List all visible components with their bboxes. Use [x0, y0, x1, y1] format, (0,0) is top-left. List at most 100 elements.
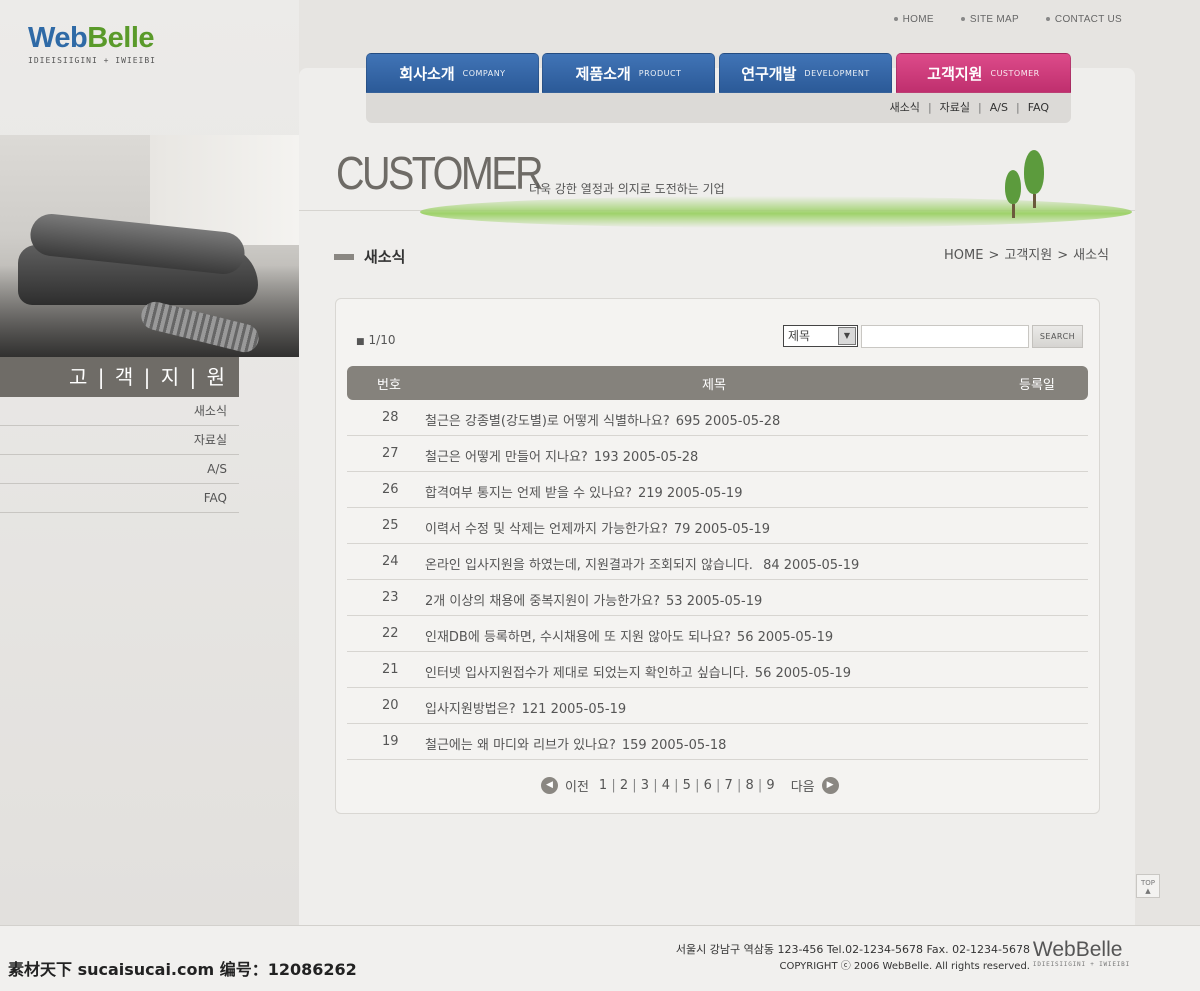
column-header-title: 제목 — [702, 378, 726, 393]
post-title-link[interactable]: 철근은 어떻게 만들어 지나요? — [425, 450, 588, 465]
sidebar-item-news[interactable]: 새소식 — [0, 397, 239, 426]
logo-subtext: IDIEISIIGINI + IWIEIBI — [28, 56, 156, 65]
util-home-link[interactable]: HOME — [882, 14, 934, 25]
page-link[interactable]: 1 — [599, 778, 607, 793]
post-title-link[interactable]: 온라인 입사지원을 하였는데, 지원결과가 조회되지 않습니다. — [425, 558, 753, 573]
search-input[interactable] — [861, 325, 1029, 348]
util-sitemap-link[interactable]: SITE MAP — [949, 14, 1019, 25]
bullet-icon — [1045, 17, 1050, 22]
post-meta: 695 2005-05-28 — [675, 414, 781, 429]
footer-logo: WebBelle IDIEISIIGINI + IWIEIBI — [1032, 938, 1130, 968]
post-title-link[interactable]: 인재DB에 등록하면, 수시채용에 또 지원 않아도 되나요? — [425, 630, 731, 645]
breadcrumb: HOME > 고객지원 > 새소식 — [944, 244, 1109, 263]
post-meta: 193 2005-05-28 — [593, 450, 699, 465]
telephone-photo — [0, 135, 299, 357]
post-meta: 84 2005-05-19 — [758, 558, 860, 573]
chevron-right-icon: > — [988, 248, 1000, 263]
page-link[interactable]: 7 — [725, 778, 733, 793]
section-marker — [334, 254, 354, 260]
next-arrow-icon[interactable]: ▶ — [821, 777, 839, 794]
page-link[interactable]: 3 — [641, 778, 649, 793]
column-header-number: 번호 — [377, 378, 401, 393]
page-count: ■ 1/10 — [356, 333, 396, 347]
page-title: 새소식 — [364, 248, 406, 266]
banner-title: CUSTOMER — [336, 147, 544, 199]
table-row: 21 인터넷 입사지원접수가 제대로 되었는지 확인하고 싶습니다. 56 2005… — [347, 652, 1088, 688]
breadcrumb-home[interactable]: HOME — [944, 248, 983, 263]
post-title-link[interactable]: 철근에는 왜 마디와 리브가 있나요? — [425, 738, 616, 753]
table-row: 26 합격여부 통지는 언제 받을 수 있나요? 219 2005-05-19 — [347, 472, 1088, 508]
pagination: ◀ 이전 1 | 2 | 3 | 4 | 5 | 6 | 7 | 8 | 9 다… — [541, 776, 839, 795]
tree-icon — [1005, 170, 1021, 218]
sidebar-title: 고 | 객 | 지 | 원 — [0, 357, 239, 397]
post-meta: 79 2005-05-19 — [673, 522, 771, 537]
post-title-link[interactable]: 2개 이상의 채용에 중복지원이 가능한가요? — [425, 594, 660, 609]
page-link[interactable]: 8 — [745, 778, 753, 793]
breadcrumb-customer[interactable]: 고객지원 — [1004, 248, 1052, 263]
page-numbers: 1 | 2 | 3 | 4 | 5 | 6 | 7 | 8 | 9 — [598, 778, 775, 793]
row-number: 19 — [382, 734, 399, 749]
column-header-date: 등록일 — [1019, 378, 1055, 393]
subnav-as[interactable]: A/S — [990, 101, 1008, 114]
subnav-faq[interactable]: FAQ — [1028, 101, 1049, 114]
table-row: 23 2개 이상의 채용에 중복지원이 가능한가요? 53 2005-05-19 — [347, 580, 1088, 616]
sidebar-item-archive[interactable]: 자료실 — [0, 426, 239, 455]
sidebar-item-as[interactable]: A/S — [0, 455, 239, 484]
post-meta: 121 2005-05-19 — [521, 702, 627, 717]
sub-nav: 새소식 | 자료실 | A/S | FAQ — [366, 93, 1071, 123]
page-link[interactable]: 2 — [620, 778, 628, 793]
prev-page-link[interactable]: 이전 — [565, 776, 589, 795]
util-contact-link[interactable]: CONTACT US — [1034, 14, 1122, 25]
post-meta: 219 2005-05-19 — [637, 486, 743, 501]
logo-text: WebBelle — [28, 22, 155, 54]
row-number: 23 — [382, 590, 399, 605]
post-meta: 53 2005-05-19 — [666, 594, 763, 609]
row-number: 20 — [382, 698, 399, 713]
page-link[interactable]: 5 — [683, 778, 691, 793]
page-link[interactable]: 9 — [766, 778, 774, 793]
bullet-icon: ■ — [356, 337, 365, 347]
page-link[interactable]: 6 — [704, 778, 712, 793]
watermark-text: 素材天下 sucaisucai.com 编号：12086262 — [8, 960, 357, 979]
next-page-link[interactable]: 다음 — [791, 776, 815, 795]
chevron-down-icon: ▼ — [838, 327, 856, 345]
tab-product[interactable]: 제품소개 PRODUCT — [542, 53, 715, 93]
row-number: 24 — [382, 554, 399, 569]
sidebar-item-faq[interactable]: FAQ — [0, 484, 239, 513]
search-field-select[interactable]: 제목 ▼ — [783, 325, 858, 347]
board-rows: 28 철근은 강종별(강도별)로 어떻게 식별하나요? 695 2005-05-28… — [347, 400, 1088, 760]
sidebar-menu: 새소식 자료실 A/S FAQ — [0, 397, 239, 513]
banner-slogan: 더욱 강한 열정과 의지로 도전하는 기업 — [529, 182, 725, 196]
subnav-news[interactable]: 새소식 — [890, 101, 920, 114]
post-title-link[interactable]: 입사지원방법은? — [425, 702, 516, 717]
post-title-link[interactable]: 인터넷 입사지원접수가 제대로 되었는지 확인하고 싶습니다. — [425, 666, 749, 681]
table-header: 번호 제목 등록일 — [347, 366, 1088, 400]
table-row: 19 철근에는 왜 마디와 리브가 있나요? 159 2005-05-18 — [347, 724, 1088, 760]
post-meta: 56 2005-05-19 — [754, 666, 852, 681]
utility-links: HOME SITE MAP CONTACT US — [882, 14, 1122, 25]
breadcrumb-current: 새소식 — [1073, 248, 1109, 263]
prev-arrow-icon[interactable]: ◀ — [541, 777, 558, 794]
post-meta: 159 2005-05-18 — [621, 738, 727, 753]
tab-customer[interactable]: 고객지원 CUSTOMER — [896, 53, 1071, 93]
bullet-icon — [960, 17, 965, 22]
subnav-archive[interactable]: 자료실 — [940, 101, 970, 114]
row-number: 26 — [382, 482, 399, 497]
tab-development[interactable]: 연구개발 DEVELOPMENT — [719, 53, 892, 93]
tab-company[interactable]: 회사소개 COMPANY — [366, 53, 539, 93]
post-title-link[interactable]: 이력서 수정 및 삭제는 언제까지 가능한가요? — [425, 522, 668, 537]
bullet-icon — [893, 17, 898, 22]
chevron-right-icon: > — [1057, 248, 1069, 263]
tree-icon — [1024, 150, 1044, 208]
site-logo[interactable]: WebBelle IDIEISIIGINI + IWIEIBI — [28, 22, 156, 66]
post-title-link[interactable]: 철근은 강종별(강도별)로 어떻게 식별하나요? — [425, 414, 670, 429]
table-row: 24 온라인 입사지원을 하였는데, 지원결과가 조회되지 않습니다. 84 20… — [347, 544, 1088, 580]
row-number: 28 — [382, 410, 399, 425]
search-button[interactable]: SEARCH — [1032, 325, 1083, 348]
scroll-top-button[interactable]: TOP ▲ — [1136, 874, 1160, 898]
table-row: 28 철근은 강종별(강도별)로 어떻게 식별하나요? 695 2005-05-28 — [347, 400, 1088, 436]
post-title-link[interactable]: 합격여부 통지는 언제 받을 수 있나요? — [425, 486, 632, 501]
page-link[interactable]: 4 — [662, 778, 670, 793]
row-number: 27 — [382, 446, 399, 461]
footer-address: 서울시 강남구 역삼동 123-456 Tel.02-1234-5678 Fax… — [675, 943, 1030, 956]
